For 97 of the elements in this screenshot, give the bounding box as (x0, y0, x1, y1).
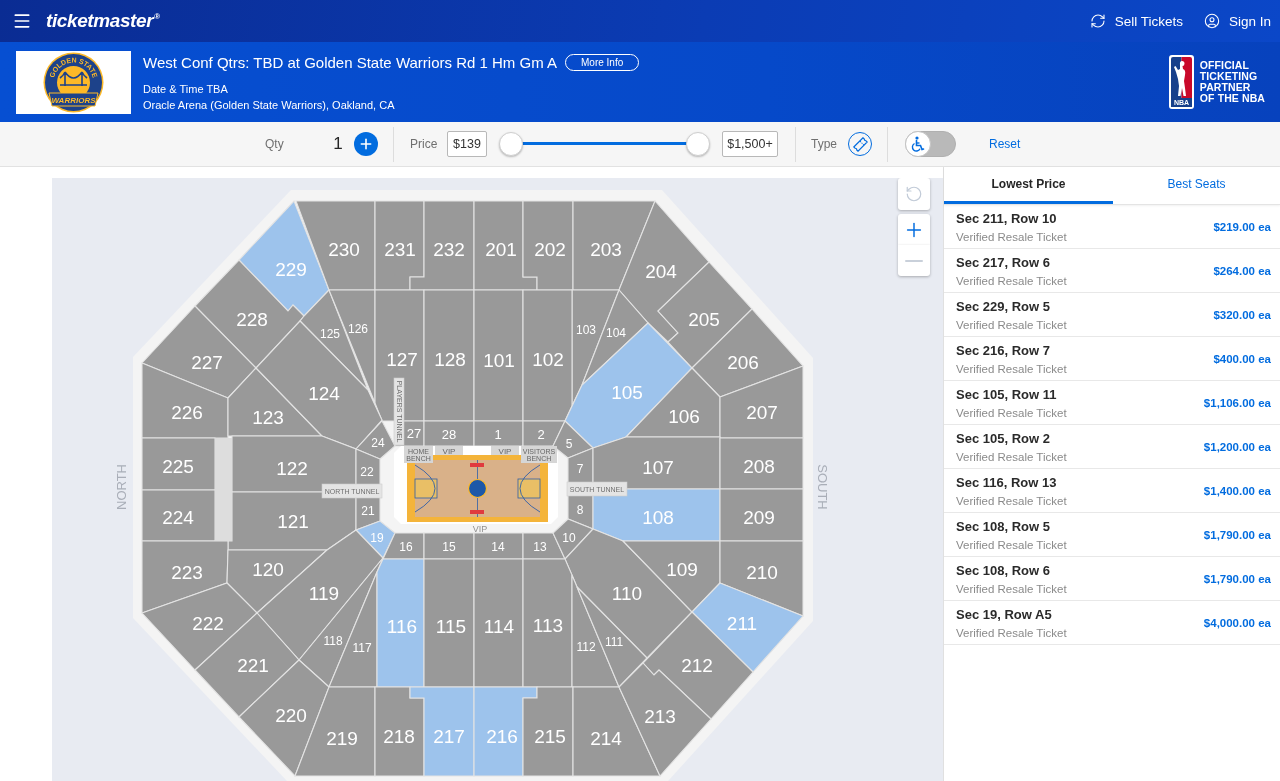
seat-section[interactable]: 208 (719, 437, 804, 490)
price-slider-track[interactable] (499, 132, 710, 156)
listing-title: Sec 105, Row 11 (956, 387, 1058, 403)
slider-handle[interactable] (499, 132, 523, 156)
quantity-plus-button[interactable] (354, 132, 378, 156)
filter-label: Qty (265, 137, 285, 151)
ticket-listing[interactable]: Sec 108, Row 5 Verified Resale Ticket $1,790.00 ea (944, 513, 1280, 557)
listing-price: $219.00 ea (1213, 220, 1271, 233)
ticket-type-button[interactable] (848, 132, 872, 156)
seat-section[interactable]: 115 (423, 558, 475, 688)
listing-price: $1,790.00 ea (1203, 572, 1271, 585)
accessible-seats-toggle[interactable] (905, 131, 956, 157)
menu-icon (12, 11, 32, 31)
listing-title: Sec 211, Row 10 (956, 211, 1058, 227)
listing-title: Sec 229, Row 5 (956, 299, 1051, 315)
listing-price: $320.00 ea (1213, 308, 1271, 321)
listing-subtitle: Verified Resale Ticket (956, 362, 1067, 376)
partner-text: OFFICIAL TICKETING PARTNER OF THE NBA (1199, 60, 1265, 104)
nav-link[interactable]: Sign In (1203, 13, 1271, 29)
plus-icon (358, 136, 374, 152)
listing-price: $1,790.00 ea (1203, 528, 1271, 541)
listing-price: $1,200.00 ea (1203, 440, 1271, 453)
seat-section[interactable]: 202 (522, 200, 574, 291)
courtside-label: VIP (491, 446, 519, 455)
slider-handle[interactable] (686, 132, 710, 156)
ticket-listing[interactable]: Sec 105, Row 11 Verified Resale Ticket $1,106.00 ea (944, 381, 1280, 425)
compass-label: SOUTH (814, 464, 830, 510)
listing-title: Sec 19, Row A5 (956, 607, 1053, 623)
listing-price: $264.00 ea (1213, 264, 1271, 277)
listing-subtitle: Verified Resale Ticket (956, 274, 1067, 288)
seat-section[interactable]: 14 (473, 532, 524, 560)
event-title: West Conf Qtrs: TBD at Golden State Warriors Rd 1 Hm Gm A (143, 53, 557, 72)
ticket-listing[interactable]: Sec 217, Row 6 Verified Resale Ticket $264.00 ea (944, 249, 1280, 293)
listing-title: Sec 116, Row 13 (956, 475, 1058, 491)
seat-section[interactable]: 225 (141, 437, 216, 491)
sync-icon (1089, 13, 1106, 29)
listing-title: Sec 108, Row 5 (956, 519, 1051, 535)
ticket-listing[interactable]: Sec 216, Row 7 Verified Resale Ticket $400.00 ea (944, 337, 1280, 381)
listing-subtitle: Verified Resale Ticket (956, 318, 1067, 332)
listing-subtitle: Verified Resale Ticket (956, 626, 1067, 640)
quantity-value: 1 (333, 134, 343, 154)
seat-section[interactable]: 223 (141, 540, 229, 614)
seat-section[interactable]: 114 (473, 558, 524, 688)
filter-label: Price (410, 137, 439, 151)
wheelchair-icon (905, 131, 931, 157)
ticket-listing[interactable]: Sec 211, Row 10 Verified Resale Ticket $219.00 ea (944, 205, 1280, 249)
site-logo[interactable]: ticketmaster$^{®}$ (46, 10, 160, 32)
seat-section[interactable]: 28 (423, 420, 475, 447)
seat-section[interactable]: 15 (423, 532, 475, 560)
seat-section[interactable]: 209 (719, 488, 804, 542)
event-date: Date & Time TBA (143, 82, 229, 95)
ticket-icon (852, 136, 868, 152)
minus-icon (905, 259, 923, 262)
nav-link[interactable]: Sell Tickets (1089, 13, 1183, 29)
seat-section[interactable]: 210 (719, 540, 804, 617)
seat-section[interactable]: 231 (374, 200, 425, 291)
listing-title: Sec 108, Row 6 (956, 563, 1051, 579)
baseline-label: VIP (472, 524, 488, 534)
listing-title: Sec 216, Row 7 (956, 343, 1051, 359)
sort-tab[interactable]: Best Seats (1113, 167, 1280, 204)
listing-subtitle: Verified Resale Ticket (956, 582, 1067, 596)
seat-section[interactable]: 1 (473, 420, 524, 447)
zoom-in-button[interactable] (898, 214, 930, 245)
menu-button[interactable] (12, 11, 32, 31)
listing-subtitle: Verified Resale Ticket (956, 406, 1067, 420)
listing-title: Sec 217, Row 6 (956, 255, 1051, 271)
listing-title: Sec 105, Row 2 (956, 431, 1051, 447)
min-price-field[interactable]: $139 (447, 131, 487, 157)
ticket-listing[interactable]: Sec 229, Row 5 Verified Resale Ticket $320.00 ea (944, 293, 1280, 337)
seat-section[interactable]: 128 (423, 289, 475, 422)
listing-price: $1,400.00 ea (1203, 484, 1271, 497)
listing-subtitle: Verified Resale Ticket (956, 450, 1067, 464)
ticket-listing[interactable]: Sec 19, Row A5 Verified Resale Ticket $4,000.00 ea (944, 601, 1280, 645)
reset-link[interactable]: Reset (989, 137, 1021, 151)
courtside-label: VIP (435, 446, 463, 455)
compass-label: NORTH (113, 464, 129, 510)
sort-tab[interactable]: Lowest Price (944, 167, 1113, 204)
ticket-listing[interactable]: Sec 105, Row 2 Verified Resale Ticket $1,200.00 ea (944, 425, 1280, 469)
listing-price: $400.00 ea (1213, 352, 1271, 365)
listing-price: $1,106.00 ea (1203, 396, 1271, 409)
event-venue: Oracle Arena (Golden State Warriors), Oakland, CA (143, 98, 396, 111)
listing-subtitle: Verified Resale Ticket (956, 494, 1067, 508)
seat-section[interactable]: 116 (376, 558, 425, 688)
filter-label: Type (811, 137, 838, 151)
listing-subtitle: Verified Resale Ticket (956, 538, 1067, 552)
rotate-icon (905, 185, 923, 203)
logo-text: WARRIORS (51, 95, 96, 104)
seat-section[interactable]: 224 (141, 489, 216, 542)
seat-section[interactable]: 218 (374, 686, 425, 777)
user-icon (1203, 13, 1220, 29)
listing-price: $4,000.00 ea (1203, 616, 1271, 629)
seat-section[interactable]: 215 (522, 686, 574, 777)
seat-section[interactable]: 101 (473, 289, 524, 422)
listing-subtitle: Verified Resale Ticket (956, 230, 1067, 244)
ticket-listing[interactable]: Sec 116, Row 13 Verified Resale Ticket $1,400.00 ea (944, 469, 1280, 513)
max-price-field[interactable]: $1,500+ (722, 131, 778, 157)
ticket-listing[interactable]: Sec 108, Row 6 Verified Resale Ticket $1,790.00 ea (944, 557, 1280, 601)
